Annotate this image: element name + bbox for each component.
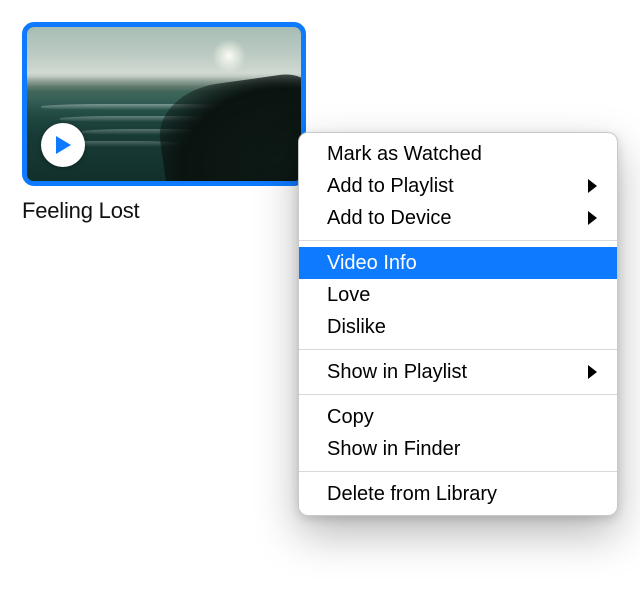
menu-item-dislike[interactable]: Dislike — [299, 311, 617, 343]
menu-separator — [299, 394, 617, 395]
submenu-arrow-icon — [588, 179, 597, 193]
menu-item-add-to-playlist[interactable]: Add to Playlist — [299, 170, 617, 202]
menu-separator — [299, 240, 617, 241]
menu-item-label: Love — [327, 284, 597, 307]
menu-item-label: Add to Device — [327, 207, 576, 230]
menu-item-label: Add to Playlist — [327, 175, 576, 198]
menu-item-copy[interactable]: Copy — [299, 401, 617, 433]
video-card[interactable]: Feeling Lost — [22, 22, 306, 224]
menu-separator — [299, 349, 617, 350]
menu-item-show-in-finder[interactable]: Show in Finder — [299, 433, 617, 465]
menu-item-label: Delete from Library — [327, 483, 597, 506]
menu-item-label: Show in Finder — [327, 438, 597, 461]
menu-item-label: Mark as Watched — [327, 143, 597, 166]
menu-item-video-info[interactable]: Video Info — [299, 247, 617, 279]
play-icon — [54, 135, 72, 155]
submenu-arrow-icon — [588, 365, 597, 379]
video-title: Feeling Lost — [22, 198, 306, 224]
menu-item-label: Copy — [327, 406, 597, 429]
menu-item-mark-as-watched[interactable]: Mark as Watched — [299, 138, 617, 170]
menu-item-label: Dislike — [327, 316, 597, 339]
menu-item-love[interactable]: Love — [299, 279, 617, 311]
menu-item-label: Video Info — [327, 252, 597, 275]
cliff-decoration — [153, 70, 306, 186]
submenu-arrow-icon — [588, 211, 597, 225]
menu-separator — [299, 471, 617, 472]
context-menu: Mark as Watched Add to Playlist Add to Dev… — [298, 132, 618, 516]
menu-item-delete-from-library[interactable]: Delete from Library — [299, 478, 617, 510]
menu-item-show-in-playlist[interactable]: Show in Playlist — [299, 356, 617, 388]
play-button[interactable] — [41, 123, 85, 167]
menu-item-add-to-device[interactable]: Add to Device — [299, 202, 617, 234]
menu-item-label: Show in Playlist — [327, 361, 576, 384]
video-thumbnail[interactable] — [22, 22, 306, 186]
